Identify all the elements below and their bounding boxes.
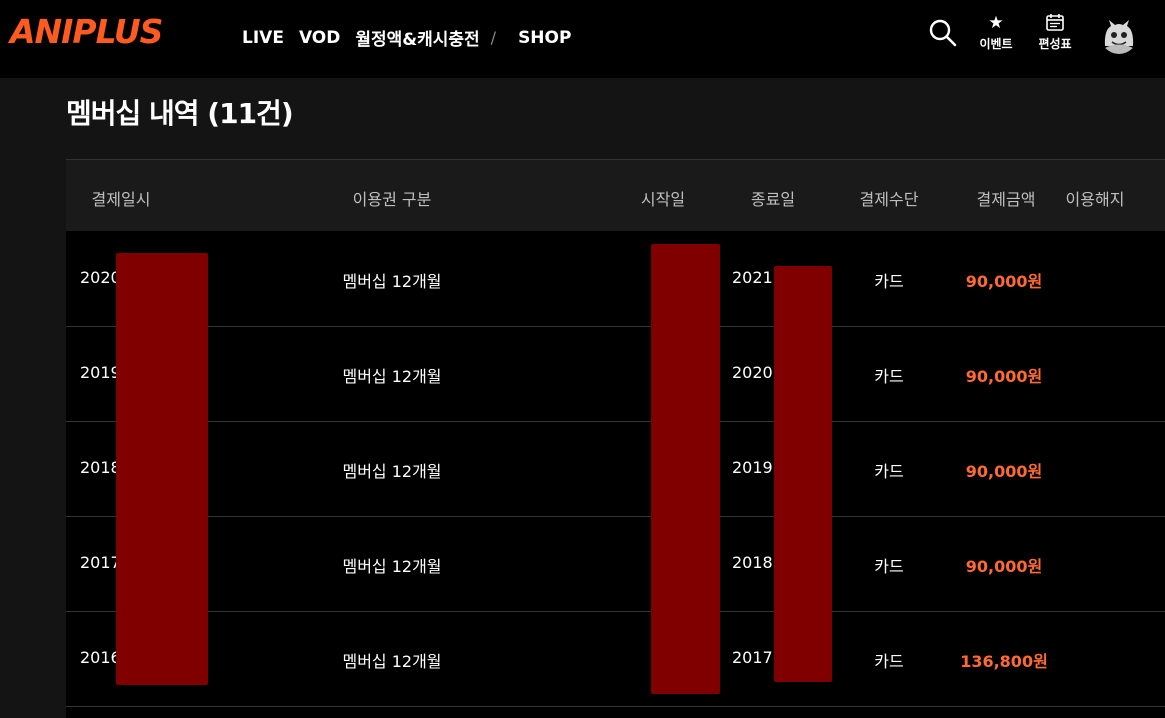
plan-cell: 멤버십 12개월 [342,652,442,671]
payment-amount-cell: 90,000원 [965,557,1043,576]
payment-method-cell: 카드 [874,557,904,576]
payment-amount-cell: 136,800원 [960,652,1048,671]
nav-live[interactable]: LIVE [242,28,284,48]
main-nav: LIVE VOD 월정액&캐시충전 / SHOP [242,25,586,51]
payment-amount-cell: 90,000원 [965,367,1043,386]
end-date-cell: 2021. [732,268,778,287]
col-start-date: 시작일 [640,190,686,209]
plan-cell: 멤버십 12개월 [342,367,442,386]
schedule-button[interactable]: 편성표 [1031,14,1079,52]
event-button[interactable]: ★ 이벤트 [972,14,1020,52]
end-date-cell: 2019. [732,458,778,477]
col-payment-amount: 결제금액 [976,190,1036,209]
title-area: 멤버십 내역 (11건) [66,78,1165,159]
nav-vod[interactable]: VOD [299,28,340,48]
table-row: 2019 멤버십 12개월 2020. 카드 90,000원 [66,327,1165,422]
table-row: 2017 멤버십 12개월 2018. 카드 90,000원 [66,517,1165,612]
redaction-start-date [651,244,720,694]
col-payment-date: 결제일시 [91,190,151,209]
payment-date-cell: 2020 [80,268,121,287]
payment-date-cell: 2016 [80,648,121,667]
calendar-icon [1031,14,1079,34]
end-date-cell: 2018. [732,553,778,572]
payment-method-cell: 카드 [874,652,904,671]
nav-shop[interactable]: SHOP [518,28,571,48]
membership-history-section: 멤버십 내역 (11건) 결제일시 이용권 구분 시작일 종료일 결제수단 결제… [66,78,1165,718]
end-date-cell: 2017. [732,648,778,667]
payment-method-cell: 카드 [874,272,904,291]
nav-separator: / [490,28,497,47]
avatar[interactable] [1100,16,1138,54]
col-end-date: 종료일 [750,190,796,209]
table-row: 2016 멤버십 12개월 2017. 카드 136,800원 [66,612,1165,707]
payment-amount-cell: 90,000원 [965,272,1043,291]
redaction-end-date [774,266,832,682]
col-payment-method: 결제수단 [859,190,919,209]
schedule-label: 편성표 [1038,37,1072,51]
payment-method-cell: 카드 [874,462,904,481]
payment-date-cell: 2018 [80,458,121,477]
table-row: 2020 멤버십 12개월 2021. 카드 90,000원 [66,232,1165,327]
plan-cell: 멤버십 12개월 [342,557,442,576]
table-row: 2018 멤버십 12개월 2019. 카드 90,000원 [66,422,1165,517]
plan-cell: 멤버십 12개월 [342,272,442,291]
top-navigation-bar: ANIPLUS LIVE VOD 월정액&캐시충전 / SHOP ★ 이벤트 편… [0,0,1165,78]
payment-date-cell: 2019 [80,363,121,382]
end-date-cell: 2020. [732,363,778,382]
star-icon: ★ [988,13,1004,33]
nav-subscription-cash[interactable]: 월정액&캐시충전 [355,25,479,50]
page-title: 멤버십 내역 (11건) [66,97,294,130]
col-cancel: 이용해지 [1065,190,1125,209]
plan-cell: 멤버십 12개월 [342,462,442,481]
search-icon[interactable] [928,18,958,48]
col-plan-type: 이용권 구분 [352,190,432,209]
event-label: 이벤트 [979,37,1013,51]
redaction-payment-date [116,253,208,685]
aniplus-logo[interactable]: ANIPLUS [10,12,163,51]
left-gutter [0,78,66,718]
payment-amount-cell: 90,000원 [965,462,1043,481]
payment-date-cell: 2017 [80,553,121,572]
payment-method-cell: 카드 [874,367,904,386]
table-header: 결제일시 이용권 구분 시작일 종료일 결제수단 결제금액 이용해지 [66,159,1165,231]
